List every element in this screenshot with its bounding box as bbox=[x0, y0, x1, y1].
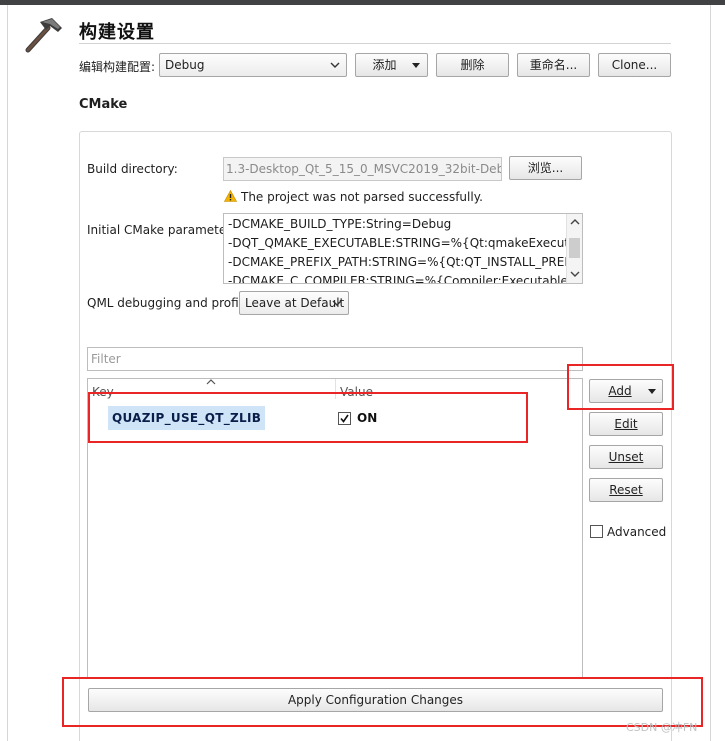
edit-variable-label: Edit bbox=[614, 417, 638, 431]
build-directory-field[interactable]: 1.3-Desktop_Qt_5_15_0_MSVC2019_32bit-Deb… bbox=[223, 157, 502, 181]
top-window-bar bbox=[0, 0, 725, 5]
scrollbar-thumb[interactable] bbox=[569, 238, 580, 258]
rename-config-button[interactable]: 重命名... bbox=[517, 53, 590, 77]
add-config-button[interactable]: 添加 bbox=[355, 53, 428, 77]
hammer-icon bbox=[25, 18, 62, 53]
param-line: -DCMAKE_C_COMPILER:STRING=%{Compiler:Exe… bbox=[228, 274, 583, 284]
build-config-select[interactable]: Debug bbox=[159, 53, 347, 77]
highlight-table-row bbox=[88, 392, 528, 443]
initial-params-textarea[interactable]: -DCMAKE_BUILD_TYPE:String=Debug -DQT_QMA… bbox=[223, 213, 583, 284]
qml-debugging-label: QML debugging and profiling: bbox=[87, 296, 265, 310]
qml-debugging-value: Leave at Default bbox=[245, 296, 345, 310]
filter-input[interactable]: Filter bbox=[87, 347, 583, 371]
edit-build-config-label: 编辑构建配置: bbox=[79, 60, 156, 74]
unset-variable-button[interactable]: Unset bbox=[589, 445, 663, 469]
params-scrollbar[interactable] bbox=[566, 214, 582, 283]
right-border bbox=[710, 5, 711, 741]
build-config-value: Debug bbox=[165, 58, 205, 72]
reset-variable-label: Reset bbox=[609, 483, 643, 497]
advanced-checkbox[interactable] bbox=[590, 525, 603, 538]
page-title: 构建设置 bbox=[79, 22, 155, 43]
clone-config-button[interactable]: Clone... bbox=[598, 53, 671, 77]
chevron-down-icon bbox=[330, 62, 340, 68]
watermark: CSDN @冲FN bbox=[626, 721, 698, 734]
sort-ascending-icon bbox=[206, 379, 216, 385]
edit-variable-button[interactable]: Edit bbox=[589, 412, 663, 436]
param-line: -DCMAKE_PREFIX_PATH:STRING=%{Qt:QT_INSTA… bbox=[228, 255, 583, 269]
cmake-section-title: CMake bbox=[79, 97, 128, 112]
unset-variable-label: Unset bbox=[608, 450, 644, 464]
parse-warning-text: The project was not parsed successfully. bbox=[241, 190, 483, 204]
param-line: -DCMAKE_BUILD_TYPE:String=Debug bbox=[228, 217, 452, 231]
browse-button[interactable]: 浏览... bbox=[509, 156, 582, 180]
delete-config-button[interactable]: 删除 bbox=[436, 53, 509, 77]
initial-params-label: Initial CMake parameters: bbox=[87, 223, 242, 237]
advanced-label: Advanced bbox=[607, 525, 667, 539]
warning-icon bbox=[224, 190, 237, 202]
dropdown-arrow-icon bbox=[412, 63, 420, 68]
highlight-add-button bbox=[567, 364, 674, 410]
param-line: -DQT_QMAKE_EXECUTABLE:STRING=%{Qt:qmakeE… bbox=[228, 236, 583, 250]
reset-variable-button[interactable]: Reset bbox=[589, 478, 663, 502]
build-directory-label: Build directory: bbox=[87, 162, 178, 176]
left-border bbox=[7, 5, 8, 741]
title-divider bbox=[79, 43, 671, 44]
add-config-label: 添加 bbox=[372, 58, 397, 72]
scroll-up-icon[interactable] bbox=[570, 218, 580, 225]
highlight-apply-button bbox=[62, 677, 703, 727]
qml-debugging-select[interactable]: Leave at Default bbox=[239, 291, 349, 315]
scroll-down-icon[interactable] bbox=[570, 271, 580, 278]
chevron-down-icon bbox=[332, 300, 342, 306]
